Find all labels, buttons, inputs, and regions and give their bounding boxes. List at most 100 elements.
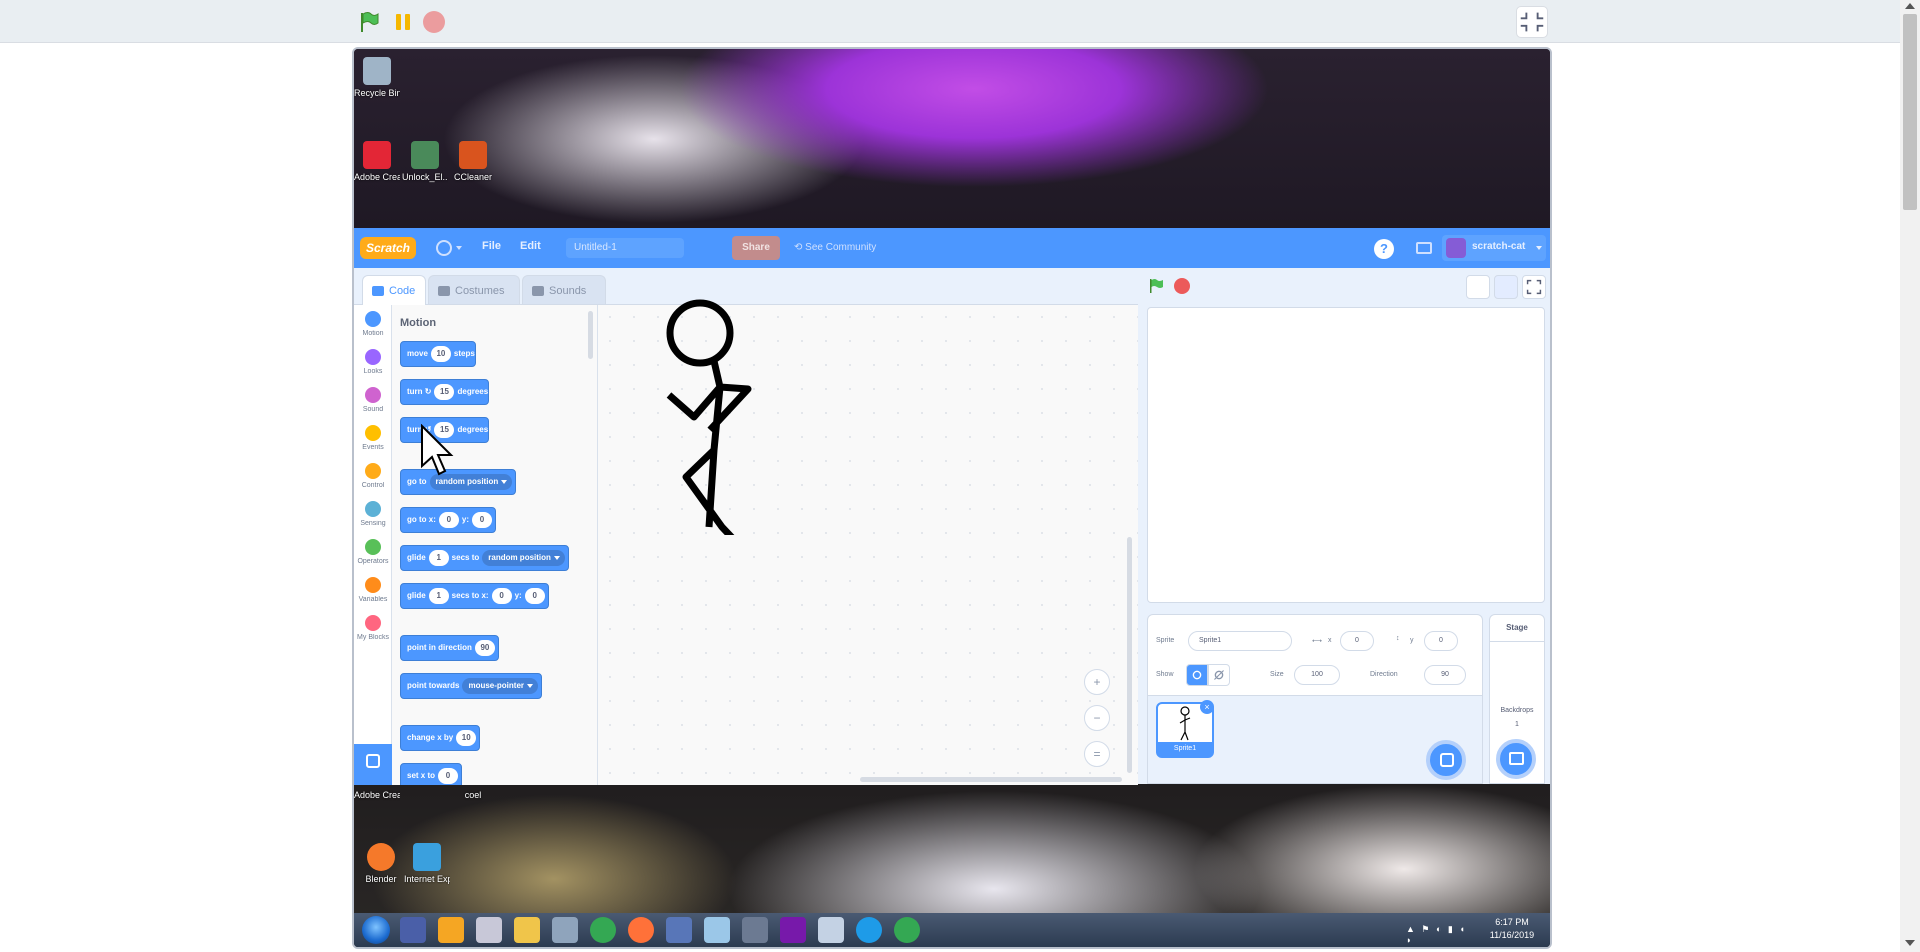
taskbar-app-icon[interactable] [438,917,464,943]
onenote-icon[interactable] [780,917,806,943]
scroll-up-arrow-icon[interactable] [1905,3,1915,9]
category-sensing[interactable]: Sensing [354,501,392,527]
y-position-input[interactable]: 0 [1424,631,1458,651]
start-button[interactable] [362,916,390,944]
size-input[interactable]: 100 [1294,665,1340,685]
choose-sprite-button[interactable] [1426,740,1466,780]
stop-sign-icon[interactable] [1174,278,1190,294]
folder-icon[interactable] [514,917,540,943]
normal-stage-button[interactable] [1494,275,1518,299]
block-glide-to[interactable]: glide 1 secs to random position [400,545,569,571]
category-events[interactable]: Events [354,425,392,451]
block-dropdown[interactable]: random position [482,549,565,566]
small-stage-button[interactable] [1466,275,1490,299]
choose-backdrop-button[interactable] [1496,739,1536,779]
scrollbar-thumb[interactable] [1903,14,1917,210]
workspace-horizontal-scrollbar[interactable] [860,777,1122,782]
desktop-icon-creative-cloud[interactable]: Adobe Creative Cloud [354,141,400,183]
desktop-icon-ccleaner[interactable]: CCleaner [450,141,496,183]
category-control[interactable]: Control [354,463,392,489]
internet-explorer-icon[interactable] [856,917,882,943]
show-visible-toggle[interactable] [1186,664,1208,686]
chrome-icon[interactable] [894,917,920,943]
delete-sprite-icon[interactable]: × [1200,700,1214,714]
stage-thumbnail[interactable] [1496,647,1538,687]
block-input[interactable]: 10 [456,729,477,746]
x-position-input[interactable]: 0 [1340,631,1374,651]
see-community-button[interactable]: ⟲ See Community [794,236,894,260]
block-input[interactable]: 0 [524,587,545,604]
help-icon[interactable]: ? [1374,239,1394,259]
stage-target-panel[interactable]: Stage Backdrops 1 [1489,614,1545,784]
taskbar-app-icon[interactable] [742,917,768,943]
palette-scrollbar[interactable] [588,311,593,359]
block-dropdown[interactable]: mouse-pointer [462,677,539,694]
taskbar-app-icon[interactable] [476,917,502,943]
pause-icon[interactable] [392,11,414,33]
block-point-direction[interactable]: point in direction 90 [400,635,499,661]
taskbar-app-icon[interactable] [400,917,426,943]
globe-icon[interactable] [436,240,452,256]
my-stuff-folder-icon[interactable] [1416,242,1432,254]
category-operators[interactable]: Operators [354,539,392,565]
zoom-in-button[interactable]: + [1084,669,1110,695]
sprite-name-input[interactable]: Sprite1 [1188,631,1292,651]
taskbar-app-icon[interactable] [666,917,692,943]
show-hidden-toggle[interactable] [1208,664,1230,686]
account-menu[interactable]: scratch-cat [1442,235,1546,261]
workspace-vertical-scrollbar[interactable] [1127,537,1132,773]
tab-sounds[interactable]: Sounds [522,275,606,305]
stop-sign-icon[interactable] [423,11,445,33]
taskbar-app-icon[interactable] [704,917,730,943]
category-variables[interactable]: Variables [354,577,392,603]
block-input[interactable]: 0 [491,587,512,604]
scroll-down-arrow-icon[interactable] [1905,940,1915,946]
stage-canvas[interactable] [1147,307,1545,603]
block-input[interactable]: 1 [428,587,449,604]
block-glide-xy[interactable]: glide 1 secs to x: 0 y: 0 [400,583,549,609]
block-input[interactable]: 10 [430,345,451,362]
zoom-reset-button[interactable]: = [1084,741,1110,767]
block-input[interactable]: 90 [474,639,495,656]
category-motion[interactable]: Motion [354,311,392,337]
block-go-to-xy[interactable]: go to x: 0 y: 0 [400,507,497,533]
category-looks[interactable]: Looks [354,349,392,375]
desktop-icon-unlock[interactable]: Unlock_El... [402,141,448,183]
desktop-icon-recycle-bin[interactable]: Recycle Bin [354,57,400,99]
fullscreen-button[interactable] [1522,275,1546,299]
tab-code[interactable]: Code [362,275,426,305]
taskbar-app-icon[interactable] [818,917,844,943]
scratch-logo[interactable]: Scratch [360,237,416,259]
file-menu[interactable]: File [482,240,501,252]
taskbar-clock[interactable]: 6:17 PM 11/16/2019 [1482,916,1542,942]
zoom-out-button[interactable]: − [1084,705,1110,731]
tab-costumes[interactable]: Costumes [428,275,520,305]
add-extension-button[interactable] [354,744,392,785]
share-button[interactable]: Share [732,236,780,260]
block-move-steps[interactable]: move 10 steps [400,341,476,367]
block-input[interactable]: 0 [472,511,493,528]
sprite-thumbnail[interactable]: Sprite1 × [1156,700,1214,758]
system-tray[interactable]: ▲ ⚑ ◐ ▮ ◖ ◗ [1406,924,1476,945]
block-set-x[interactable]: set x to 0 [400,763,463,785]
project-title-input[interactable]: Untitled-1 [566,238,684,258]
block-turn-right[interactable]: turn ↻ 15 degrees [400,379,490,405]
block-input[interactable]: 1 [428,549,449,566]
direction-input[interactable]: 90 [1424,665,1466,685]
exit-fullscreen-button[interactable] [1516,6,1548,38]
desktop-icon-blender[interactable]: Blender [358,843,404,885]
category-sound[interactable]: Sound [354,387,392,413]
category-my-blocks[interactable]: My Blocks [354,615,392,641]
chrome-icon[interactable] [590,917,616,943]
block-input[interactable]: 15 [434,383,455,400]
block-input[interactable]: 0 [438,767,459,784]
desktop-icon-internet-explorer[interactable]: Internet Explorer [404,843,450,885]
block-change-x[interactable]: change x by 10 [400,725,481,751]
firefox-icon[interactable] [628,917,654,943]
green-flag-icon[interactable] [358,11,380,33]
stick-figure-sprite[interactable] [664,295,764,535]
taskbar-app-icon[interactable] [552,917,578,943]
block-input[interactable]: 0 [438,511,459,528]
green-flag-icon[interactable] [1148,278,1164,294]
block-point-towards[interactable]: point towards mouse-pointer [400,673,543,699]
